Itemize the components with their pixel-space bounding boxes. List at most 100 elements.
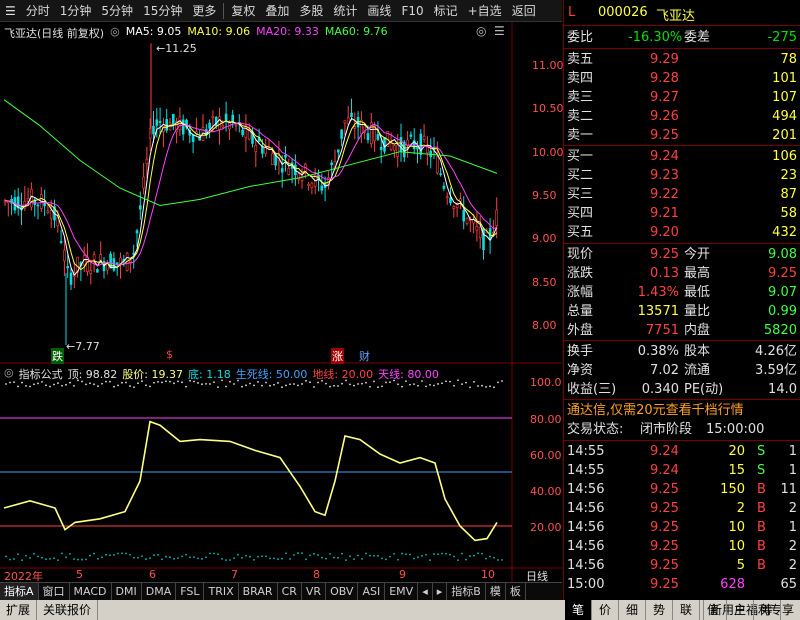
bottom-dot <box>109 554 111 557</box>
top-dot <box>33 383 35 386</box>
event-rise[interactable]: 涨 <box>331 348 344 364</box>
bottom-dot <box>277 558 279 561</box>
bottom-dot <box>341 552 343 555</box>
tab-macd[interactable]: MACD <box>70 583 112 600</box>
stat-row: 涨跌 0.13 最高 9.25 <box>564 264 800 283</box>
toolbar-btn-overlay[interactable]: 叠加 <box>260 0 294 22</box>
bottom-dot <box>349 555 351 558</box>
tab-indicator-a[interactable]: 指标A <box>0 583 39 600</box>
toolbar-btn-stats[interactable]: 统计 <box>328 0 362 22</box>
ad-row[interactable]: 通达信,仅需20元查看千档行情 <box>564 401 800 420</box>
candle-body <box>284 154 287 158</box>
indicator-collapse-icon[interactable]: ◎ <box>4 366 14 382</box>
tick-price: 9.25 <box>650 577 679 592</box>
toolbar-btn-5min[interactable]: 5分钟 <box>96 0 138 22</box>
legend-ma20: MA20: 9.33 <box>256 25 319 38</box>
top-dot <box>353 384 355 387</box>
tick-volume: 10 <box>728 539 745 554</box>
tab-window[interactable]: 窗口 <box>39 583 70 600</box>
toolbar-btn-more[interactable]: 更多 <box>187 0 221 22</box>
bottom-dot <box>373 554 375 557</box>
indicator-tabs: 指标A 窗口 MACD DMI DMA FSL TRIX BRAR CR VR … <box>0 582 562 600</box>
top-dot <box>113 385 115 388</box>
bid-price: 9.23 <box>650 168 679 183</box>
toolbar-btn-f10[interactable]: F10 <box>396 0 428 22</box>
tab-cr[interactable]: CR <box>278 583 302 600</box>
rtab-related[interactable]: 联 <box>673 600 700 620</box>
bottom-dot <box>121 552 123 555</box>
bottom-dot <box>233 557 235 559</box>
stat2-row: 净资 7.02 流通 3.59亿 <box>564 361 800 380</box>
tab-obv[interactable]: OBV <box>326 583 359 600</box>
stat2-value-2: 14.0 <box>768 382 797 397</box>
bottom-dot <box>361 557 363 560</box>
legend-ma5: MA5: 9.05 <box>125 25 182 38</box>
tick-time: 15:00 <box>567 577 605 592</box>
toolbar-btn-add-watch[interactable]: +自选 <box>463 0 507 22</box>
bid-label: 买一 <box>567 149 594 164</box>
toolbar-btn-adjust[interactable]: 复权 <box>226 0 260 22</box>
stat-value-1: 7751 <box>645 323 679 338</box>
tab-fsl[interactable]: FSL <box>176 583 205 600</box>
tab-template[interactable]: 模 <box>486 583 506 600</box>
stat-label-1: 涨幅 <box>567 285 594 300</box>
related-quotes-button[interactable]: 关联报价 <box>37 600 99 620</box>
weibi-row: 委比 -16.30% 委差 -275 <box>564 28 800 47</box>
rtab-chips[interactable]: 筹 <box>754 600 781 620</box>
bottom-dot <box>293 554 295 556</box>
rtab-ticks[interactable]: 笔 <box>565 600 592 620</box>
toolbar-btn-draw[interactable]: 画线 <box>362 0 396 22</box>
toolbar-btn-1min[interactable]: 1分钟 <box>55 0 97 22</box>
candle-body <box>478 226 482 238</box>
event-dollar[interactable]: $ <box>166 348 173 361</box>
tab-dmi[interactable]: DMI <box>112 583 142 600</box>
rtab-trend[interactable]: 势 <box>646 600 673 620</box>
chart-menu-icon[interactable]: ☰ <box>494 24 505 38</box>
toolbar-btn-back[interactable]: 返回 <box>507 0 541 22</box>
rtab-detail[interactable]: 细 <box>619 600 646 620</box>
indicator-name[interactable]: 指标公式 <box>19 366 63 382</box>
tab-indicator-b[interactable]: 指标B <box>447 583 486 600</box>
candle-body <box>376 134 380 140</box>
toolbar-btn-timeshare[interactable]: 分时 <box>21 0 55 22</box>
chart-close-icon[interactable]: ◎ <box>476 24 486 38</box>
ad-text[interactable]: 通达信,仅需20元查看千档行情 <box>567 401 744 420</box>
rtab-price[interactable]: 价 <box>592 600 619 620</box>
event-finance[interactable]: 财 <box>359 348 370 364</box>
tab-trix[interactable]: TRIX <box>204 583 239 600</box>
tab-dma[interactable]: DMA <box>142 583 177 600</box>
tab-vr[interactable]: VR <box>302 583 327 600</box>
stock-title: 飞亚达(日线 前复权) <box>4 27 105 40</box>
tab-scroll-left-icon[interactable]: ◂ <box>418 583 433 600</box>
bottom-dot <box>85 558 87 561</box>
kline-chart-area[interactable]: 飞亚达(日线 前复权) ◎ MA5: 9.05 MA10: 9.06 MA20:… <box>0 22 564 583</box>
expand-button[interactable]: 扩展 <box>0 600 38 620</box>
toolbar-btn-mark[interactable]: 标记 <box>429 0 463 22</box>
candlestick-series <box>3 43 499 346</box>
tab-brar[interactable]: BRAR <box>239 583 278 600</box>
tab-emv[interactable]: EMV <box>385 583 419 600</box>
bottom-dot <box>93 552 95 555</box>
toolbar-menu-icon[interactable]: ☰ <box>0 0 21 22</box>
bottom-dot <box>257 555 259 558</box>
bottom-dot <box>181 555 183 558</box>
tab-scroll-right-icon[interactable]: ▸ <box>433 583 448 600</box>
tab-board[interactable]: 板 <box>506 583 526 600</box>
legend-collapse-icon[interactable]: ◎ <box>110 25 120 41</box>
rtab-main[interactable]: 主 <box>727 600 754 620</box>
top-dot <box>457 379 459 382</box>
stat2-label-2: 股本 <box>684 344 711 359</box>
toolbar-btn-multi[interactable]: 多股 <box>294 0 328 22</box>
bottom-dot <box>157 553 159 556</box>
toolbar-btn-15min[interactable]: 15分钟 <box>138 0 187 22</box>
event-fall[interactable]: 跌 <box>51 348 64 364</box>
rtab-value[interactable]: 值 <box>700 600 727 620</box>
bottom-dot <box>25 554 27 557</box>
top-dot <box>333 384 335 387</box>
top-dot <box>37 382 39 385</box>
tab-asi[interactable]: ASI <box>358 583 386 600</box>
candle-body <box>393 145 396 151</box>
bottom-dot <box>413 557 415 560</box>
tick-time: 14:56 <box>567 501 605 516</box>
kline-chart-svg[interactable] <box>0 22 562 582</box>
